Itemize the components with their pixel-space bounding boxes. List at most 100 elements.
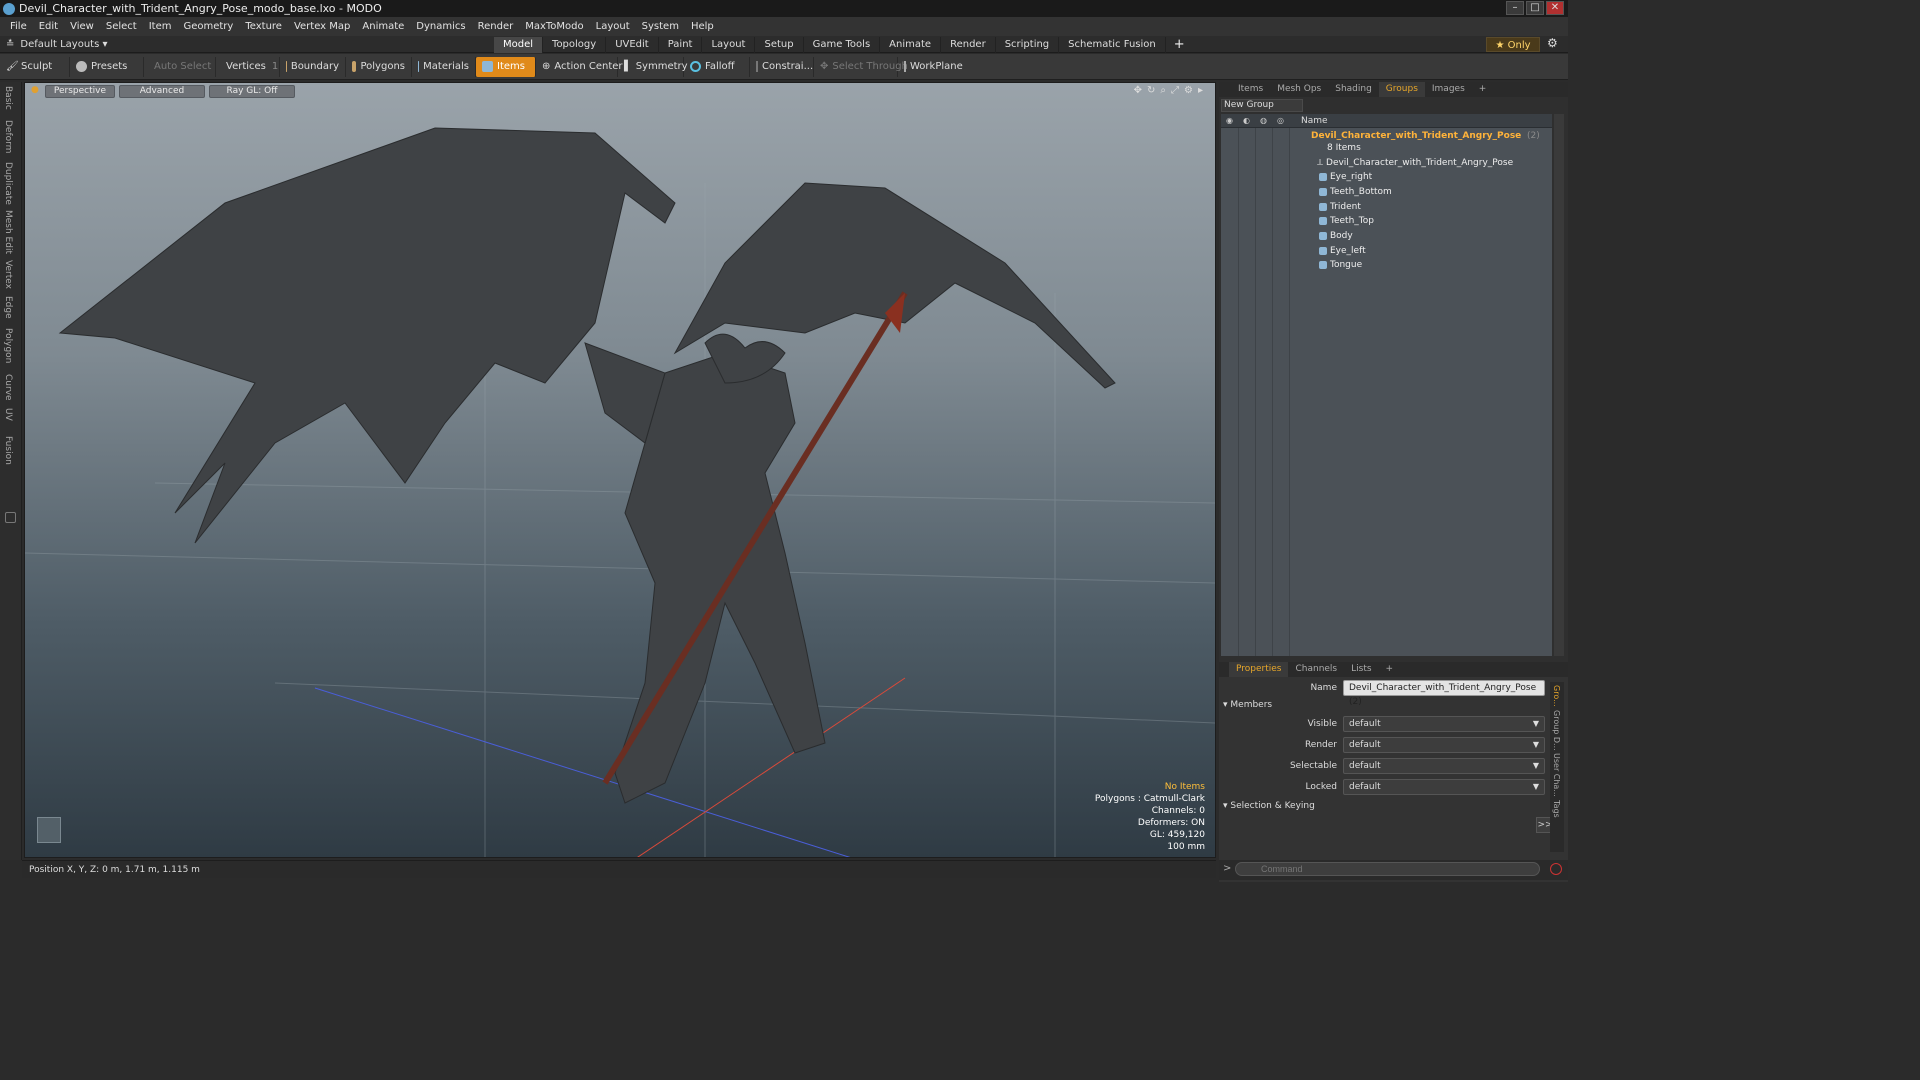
perspective-button[interactable]: Perspective xyxy=(44,85,115,98)
lock-icon[interactable]: ◍ xyxy=(1255,116,1272,125)
tab-animate[interactable]: Animate xyxy=(880,36,942,53)
left-tab-basic[interactable]: Basic xyxy=(3,86,13,110)
add-props-tab-icon[interactable]: + xyxy=(1379,662,1401,677)
tree-scrollbar[interactable] xyxy=(1554,114,1564,656)
rotate-icon[interactable]: ↻ xyxy=(1147,85,1155,96)
menu-animate[interactable]: Animate xyxy=(356,17,410,36)
menu-system[interactable]: System xyxy=(636,17,685,36)
menu-vertex-map[interactable]: Vertex Map xyxy=(288,17,356,36)
items-button[interactable]: Items xyxy=(476,56,536,77)
tab-uvedit[interactable]: UVEdit xyxy=(606,36,659,53)
tab-images[interactable]: Images xyxy=(1425,82,1472,97)
selection-keying-section[interactable]: ▾ Selection & Keying xyxy=(1223,801,1315,811)
gear-icon[interactable]: ⚙ xyxy=(1547,36,1558,50)
constraints-button[interactable]: Constrai... xyxy=(750,56,814,77)
menu-file[interactable]: File xyxy=(4,17,33,36)
side-tab-group-display[interactable]: Group D... xyxy=(1552,710,1561,751)
tree-item-row[interactable]: Eye_right xyxy=(1221,170,1552,184)
maximize-button[interactable]: □ xyxy=(1526,1,1544,15)
tab-mesh-ops[interactable]: Mesh Ops xyxy=(1270,82,1328,97)
3d-viewport[interactable]: ● Perspective Advanced Ray GL: Off ✥ ↻ ⌕… xyxy=(24,82,1216,858)
tree-item-row[interactable]: Eye_left xyxy=(1221,244,1552,258)
menu-dynamics[interactable]: Dynamics xyxy=(410,17,471,36)
materials-button[interactable]: Materials xyxy=(412,56,476,77)
layouts-dropdown[interactable]: ≛ Default Layouts ▾ xyxy=(6,36,108,53)
side-tab-group[interactable]: Gro... xyxy=(1552,685,1561,707)
visible-dropdown[interactable]: default ▼ xyxy=(1343,716,1545,732)
sculpt-button[interactable]: 🖌 Sculpt xyxy=(0,56,70,77)
menu-view[interactable]: View xyxy=(64,17,100,36)
left-tab-curve[interactable]: Curve xyxy=(3,374,13,401)
tab-lists[interactable]: Lists xyxy=(1344,662,1378,677)
tree-item-row[interactable]: Teeth_Bottom xyxy=(1221,185,1552,199)
stop-icon[interactable] xyxy=(1550,863,1562,875)
minimize-button[interactable]: – xyxy=(1506,1,1524,15)
left-tab-deform[interactable]: Deform xyxy=(3,120,13,153)
new-group-button[interactable]: New Group xyxy=(1221,99,1303,112)
menu-layout[interactable]: Layout xyxy=(590,17,636,36)
left-tab-mesh-edit[interactable]: Mesh Edit xyxy=(3,210,13,254)
render-icon[interactable]: ◐ xyxy=(1238,116,1255,125)
falloff-button[interactable]: Falloff xyxy=(684,56,750,77)
tab-setup[interactable]: Setup xyxy=(755,36,804,53)
advanced-button[interactable]: Advanced xyxy=(118,85,205,98)
menu-help[interactable]: Help xyxy=(685,17,720,36)
menu-item[interactable]: Item xyxy=(143,17,178,36)
menu-texture[interactable]: Texture xyxy=(239,17,288,36)
tab-channels[interactable]: Channels xyxy=(1288,662,1344,677)
select-through-button[interactable]: ✥ Select Through xyxy=(814,56,908,77)
left-tab-duplicate[interactable]: Duplicate xyxy=(3,162,13,205)
left-tab-fusion[interactable]: Fusion xyxy=(3,436,13,465)
pan-icon[interactable]: ✥ xyxy=(1134,85,1142,96)
tree-item-row[interactable]: Tongue xyxy=(1221,258,1552,272)
tab-render[interactable]: Render xyxy=(941,36,996,53)
boundary-button[interactable]: Boundary xyxy=(280,56,346,77)
selectable-dropdown[interactable]: default ▼ xyxy=(1343,758,1545,774)
viewport-gear-icon[interactable]: ⚙ xyxy=(1184,85,1193,96)
panel-toggle-icon[interactable] xyxy=(5,512,16,523)
menu-render[interactable]: Render xyxy=(472,17,520,36)
expand-icon[interactable]: ▸ xyxy=(1198,85,1203,96)
tree-item-row[interactable]: ⟂ Devil_Character_with_Trident_Angry_Pose xyxy=(1221,156,1552,170)
tab-shading[interactable]: Shading xyxy=(1328,82,1379,97)
symmetry-button[interactable]: ▌ Symmetry xyxy=(618,56,688,77)
tab-topology[interactable]: Topology xyxy=(543,36,607,53)
menu-select[interactable]: Select xyxy=(100,17,143,36)
left-tab-polygon[interactable]: Polygon xyxy=(3,328,13,363)
side-tab-tags[interactable]: Tags xyxy=(1552,800,1561,818)
zoom-icon[interactable]: ⌕ xyxy=(1160,85,1166,96)
left-tab-edge[interactable]: Edge xyxy=(3,296,13,319)
action-center-button[interactable]: ⊕ Action Center xyxy=(536,56,623,77)
add-tab-icon[interactable]: + xyxy=(1166,37,1193,52)
add-panel-tab-icon[interactable]: + xyxy=(1472,82,1494,97)
auto-select-button[interactable]: Auto Select xyxy=(144,56,216,77)
tab-game-tools[interactable]: Game Tools xyxy=(804,36,881,53)
tree-item-row[interactable]: Body xyxy=(1221,229,1552,243)
presets-button[interactable]: Presets xyxy=(70,56,144,77)
members-section[interactable]: ▾ Members xyxy=(1223,700,1272,710)
tab-properties[interactable]: Properties xyxy=(1229,662,1289,677)
tree-item-row[interactable]: Trident xyxy=(1221,200,1552,214)
render-dropdown[interactable]: default ▼ xyxy=(1343,737,1545,753)
tab-items[interactable]: Items xyxy=(1231,82,1270,97)
polygons-button[interactable]: Polygons xyxy=(346,56,412,77)
tab-groups[interactable]: Groups xyxy=(1378,82,1425,97)
locked-dropdown[interactable]: default ▼ xyxy=(1343,779,1545,795)
command-input[interactable] xyxy=(1235,862,1540,876)
tab-scripting[interactable]: Scripting xyxy=(996,36,1060,53)
workplane-button[interactable]: WorkPlane xyxy=(898,57,964,77)
left-tab-uv[interactable]: UV xyxy=(3,408,13,421)
tree-item-row[interactable]: Teeth_Top xyxy=(1221,214,1552,228)
menu-maxtomodo[interactable]: MaxToModo xyxy=(519,17,589,36)
fit-icon[interactable]: ⤢ xyxy=(1171,85,1179,96)
side-tab-user-channels[interactable]: User Cha... xyxy=(1552,753,1561,797)
tab-layout[interactable]: Layout xyxy=(702,36,756,53)
close-button[interactable]: ✕ xyxy=(1546,1,1564,15)
raygl-button[interactable]: Ray GL: Off xyxy=(208,85,295,98)
eye-icon[interactable]: ◉ xyxy=(1221,116,1238,125)
only-button[interactable]: ★ Only xyxy=(1486,37,1540,52)
menu-geometry[interactable]: Geometry xyxy=(177,17,239,36)
left-tab-vertex[interactable]: Vertex xyxy=(3,260,13,289)
name-field[interactable]: Devil_Character_with_Trident_Angry_Pose … xyxy=(1343,680,1545,707)
tab-model[interactable]: Model xyxy=(494,36,544,53)
